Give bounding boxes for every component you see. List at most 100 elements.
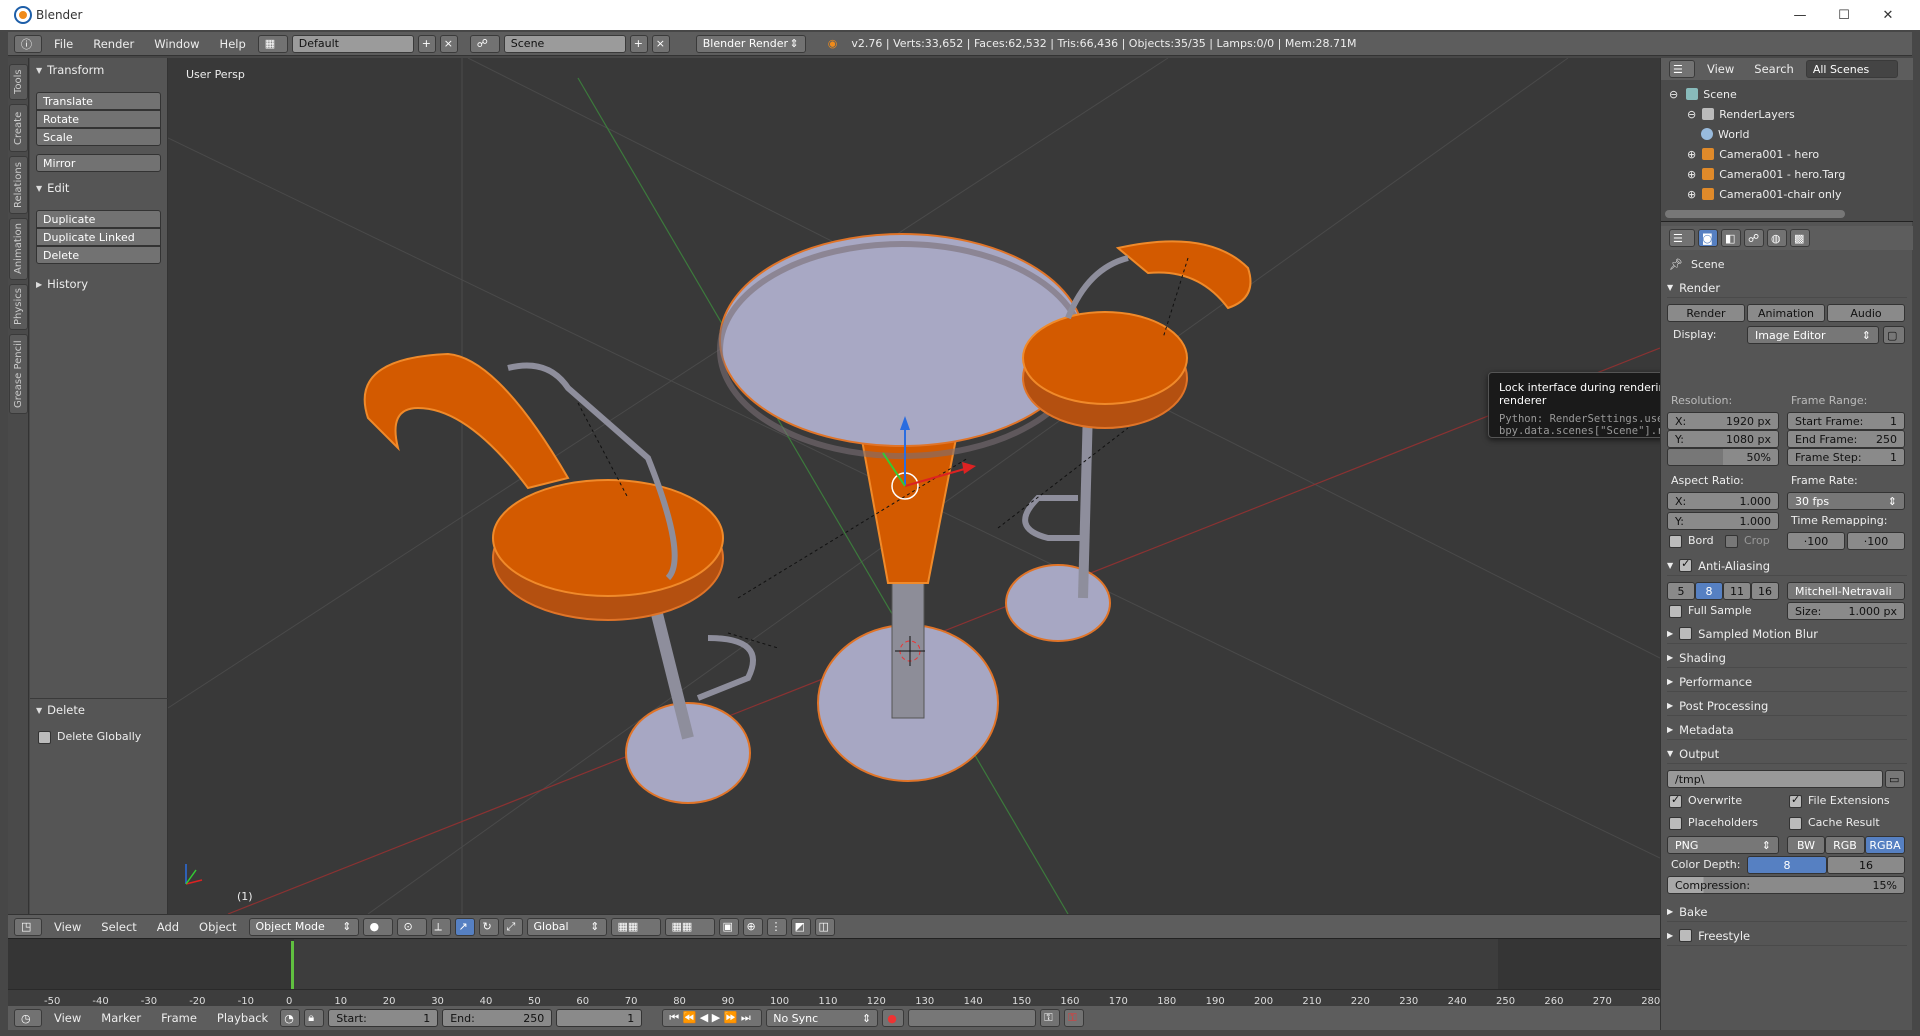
outliner-menu-search[interactable]: Search bbox=[1746, 62, 1802, 76]
output-path-field[interactable]: /tmp\ bbox=[1667, 770, 1883, 788]
aspect-x-field[interactable]: X: 1.000 bbox=[1667, 492, 1779, 510]
aa-samples-5[interactable]: 5 bbox=[1667, 582, 1695, 600]
shading-header[interactable]: ▶ Shading bbox=[1667, 648, 1907, 668]
record-icon[interactable]: ● bbox=[882, 1009, 905, 1027]
translate-manip-icon[interactable]: ↗ bbox=[454, 917, 475, 936]
cache-result-checkbox[interactable] bbox=[1789, 816, 1802, 830]
anti-aliasing-checkbox[interactable] bbox=[1679, 557, 1693, 572]
depth-8-button[interactable]: 8 bbox=[1747, 856, 1827, 874]
layers-tab-icon[interactable]: ◧ bbox=[1721, 229, 1741, 247]
aa-samples-8[interactable]: 8 bbox=[1695, 582, 1723, 600]
delete-keyframe-icon[interactable]: ⚿ bbox=[1064, 1009, 1085, 1027]
crop-checkbox[interactable] bbox=[1725, 534, 1738, 548]
aa-samples-16[interactable]: 16 bbox=[1751, 582, 1779, 600]
end-frame-field[interactable]: End: 250 bbox=[442, 1009, 553, 1027]
bake-header[interactable]: ▶ Bake bbox=[1667, 902, 1907, 922]
freestyle-checkbox[interactable] bbox=[1679, 929, 1693, 942]
display-dropdown[interactable]: Image Editor ⇕ bbox=[1747, 326, 1879, 344]
object-tab-icon[interactable]: ▩ bbox=[1790, 229, 1810, 247]
orientation-dropdown[interactable]: Global ⇕ bbox=[526, 917, 607, 936]
pin-icon[interactable]: 📌︎ bbox=[1669, 258, 1683, 271]
compression-slider[interactable]: Compression: 15% bbox=[1667, 876, 1905, 894]
resolution-percent-field[interactable]: 50% bbox=[1667, 448, 1779, 466]
tab-relations[interactable]: Relations bbox=[9, 156, 28, 214]
outliner-item-renderlayers[interactable]: ⊖ RenderLayers bbox=[1687, 104, 1795, 124]
snap-element-icon[interactable]: ⋮ bbox=[766, 917, 787, 936]
tab-animation[interactable]: Animation bbox=[9, 218, 28, 280]
color-bw-button[interactable]: BW bbox=[1787, 836, 1825, 854]
outliner-item-scene[interactable]: ⊖ Scene bbox=[1669, 84, 1737, 104]
rotate-button[interactable]: Rotate bbox=[36, 110, 161, 128]
full-sample-checkbox[interactable] bbox=[1669, 604, 1682, 618]
placeholders-option[interactable]: Placeholders bbox=[1669, 816, 1758, 830]
aspect-y-field[interactable]: Y: 1.000 bbox=[1667, 512, 1779, 530]
resolution-y-field[interactable]: Y: 1080 px bbox=[1667, 430, 1779, 448]
folder-icon[interactable]: ▭ bbox=[1885, 770, 1905, 788]
overwrite-checkbox[interactable] bbox=[1669, 793, 1682, 808]
maximize-button[interactable]: ☐ bbox=[1822, 0, 1866, 30]
render-button[interactable]: Render bbox=[1667, 304, 1745, 322]
editor-type-icon[interactable]: ⓘ bbox=[14, 34, 42, 53]
layers-b-icon[interactable]: ▦▦ bbox=[664, 917, 715, 936]
menu-playback[interactable]: Playback bbox=[209, 1011, 276, 1025]
duplicate-linked-button[interactable]: Duplicate Linked bbox=[36, 228, 161, 246]
resolution-x-field[interactable]: X: 1920 px bbox=[1667, 412, 1779, 430]
outliner-filter-dropdown[interactable]: All Scenes bbox=[1805, 60, 1898, 78]
sync-dropdown[interactable]: No Sync ⇕ bbox=[766, 1009, 879, 1027]
delete-button[interactable]: Delete bbox=[36, 246, 161, 264]
tab-tools[interactable]: Tools bbox=[9, 64, 28, 100]
scale-manip-icon[interactable]: ⤢ bbox=[502, 917, 523, 936]
outliner-item-camera-chair[interactable]: ⊕ Camera001-chair only bbox=[1687, 184, 1841, 204]
add-layout-icon[interactable]: + bbox=[417, 34, 436, 53]
timeline[interactable]: -50 -40 -30 -20 -10 0 10 20 30 40 50 60 70 80 90 100 110… bbox=[8, 938, 1660, 1007]
layout-icon[interactable]: ▦ bbox=[257, 34, 288, 53]
3d-viewport[interactable]: User Persp (1) bbox=[168, 58, 1660, 914]
performance-header[interactable]: ▶ Performance bbox=[1667, 672, 1907, 692]
properties-editor-icon[interactable]: ☰ bbox=[1669, 229, 1695, 247]
anti-aliasing-header[interactable]: ▼Anti-Aliasing bbox=[1667, 556, 1907, 576]
depth-16-button[interactable]: 16 bbox=[1827, 856, 1905, 874]
preview-range-icon[interactable]: ◔ bbox=[280, 1009, 301, 1027]
keying-set-field[interactable] bbox=[908, 1009, 1037, 1027]
opengl-anim-icon[interactable]: ◫ bbox=[814, 917, 835, 936]
scene-tab-icon[interactable]: ☍ bbox=[1744, 229, 1764, 247]
manipulator-icon[interactable]: ⟂ bbox=[430, 917, 451, 936]
outliner-item-camera-hero[interactable]: ⊕ Camera001 - hero bbox=[1687, 144, 1819, 164]
add-scene-icon[interactable]: + bbox=[629, 34, 648, 53]
menu-window[interactable]: Window bbox=[146, 37, 207, 51]
overwrite-option[interactable]: Overwrite bbox=[1669, 793, 1742, 808]
lock-interface-toggle[interactable]: ▢ bbox=[1883, 326, 1905, 344]
menu-frame[interactable]: Frame bbox=[153, 1011, 205, 1025]
color-rgb-button[interactable]: RGB bbox=[1825, 836, 1865, 854]
aa-samples-11[interactable]: 11 bbox=[1723, 582, 1751, 600]
layout-field[interactable]: Default bbox=[291, 34, 414, 53]
layers-a-icon[interactable]: ▦▦ bbox=[610, 917, 661, 936]
animation-button[interactable]: Animation bbox=[1747, 304, 1825, 322]
tab-create[interactable]: Create bbox=[9, 104, 28, 152]
render-tab-icon[interactable]: ◙ bbox=[1698, 229, 1718, 247]
mirror-button[interactable]: Mirror bbox=[36, 154, 161, 172]
edit-panel-header[interactable]: ▼ Edit bbox=[30, 178, 167, 198]
tab-grease-pencil[interactable]: Grease Pencil bbox=[9, 334, 28, 414]
render-engine-dropdown[interactable]: Blender Render ⇕ bbox=[695, 34, 806, 53]
transform-panel-header[interactable]: ▼ Transform bbox=[30, 60, 167, 80]
view3d-editor-icon[interactable]: ◳ bbox=[14, 917, 42, 936]
render-section-header[interactable]: ▼ Render bbox=[1667, 278, 1907, 298]
start-frame-field[interactable]: Start Frame: 1 bbox=[1787, 412, 1905, 430]
menu-marker[interactable]: Marker bbox=[93, 1011, 149, 1025]
rotate-manip-icon[interactable]: ↻ bbox=[478, 917, 499, 936]
remove-layout-icon[interactable]: × bbox=[439, 34, 458, 53]
menu-select[interactable]: Select bbox=[93, 920, 144, 934]
scale-button[interactable]: Scale bbox=[36, 128, 161, 146]
delete-globally-option[interactable]: Delete Globally bbox=[38, 730, 141, 744]
insert-keyframe-icon[interactable]: ⚿ bbox=[1040, 1009, 1061, 1027]
tab-physics[interactable]: Physics bbox=[9, 284, 28, 330]
scene-field[interactable]: Scene bbox=[503, 34, 626, 53]
placeholders-checkbox[interactable] bbox=[1669, 816, 1682, 830]
metadata-header[interactable]: ▶ Metadata bbox=[1667, 720, 1907, 740]
menu-help[interactable]: Help bbox=[212, 37, 254, 51]
scene-icon[interactable]: ☍ bbox=[469, 34, 500, 53]
shading-dropdown-icon[interactable]: ● bbox=[362, 917, 393, 936]
post-processing-header[interactable]: ▶ Post Processing bbox=[1667, 696, 1907, 716]
outliner-scrollbar[interactable] bbox=[1665, 210, 1845, 218]
